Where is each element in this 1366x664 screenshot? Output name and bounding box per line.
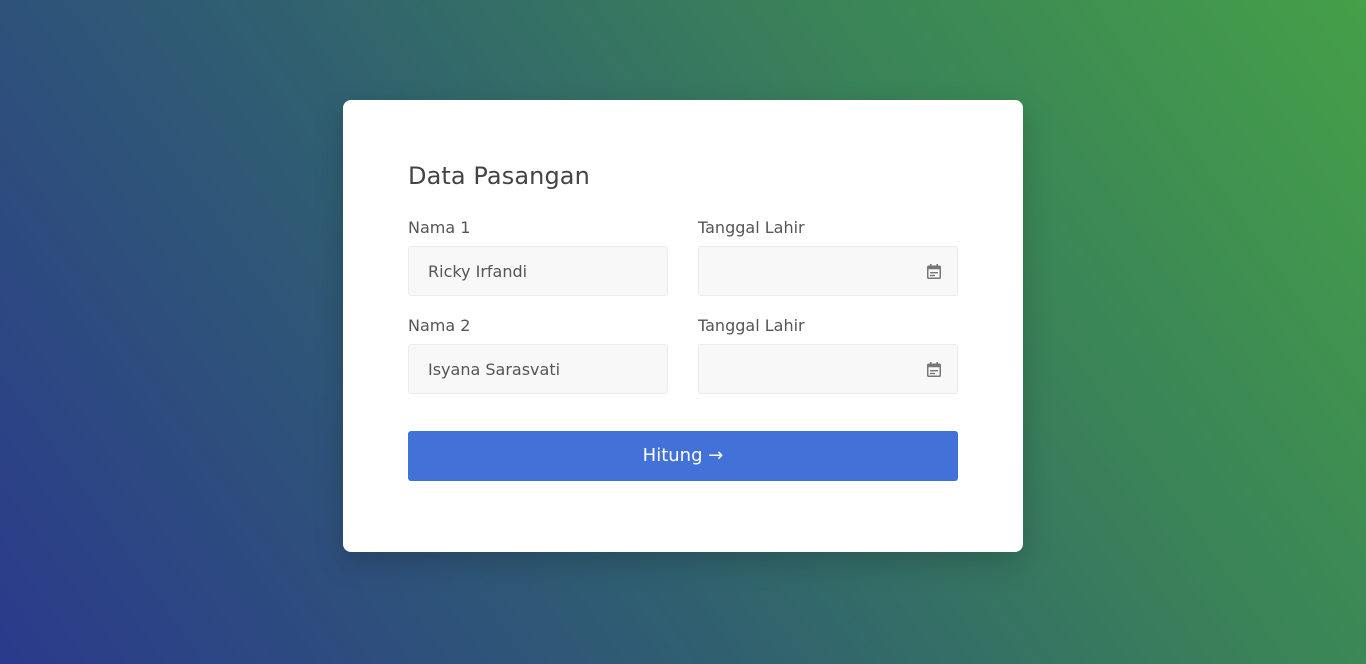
name-2-input[interactable] (409, 345, 667, 393)
birthdate-1-label: Tanggal Lahir (698, 218, 805, 237)
form-grid: Nama 1 Tanggal Lahir Nama 2 (408, 218, 958, 394)
name-1-input[interactable] (409, 247, 667, 295)
form-card: Data Pasangan Nama 1 Tanggal Lahir (343, 100, 1023, 552)
name-2-label: Nama 2 (408, 316, 471, 335)
birthdate-1-input-box (698, 246, 958, 296)
birthdate-1-field: Tanggal Lahir (698, 218, 958, 296)
name-1-input-box (408, 246, 668, 296)
hitung-button[interactable]: Hitung → (408, 431, 958, 481)
name-2-input-box (408, 344, 668, 394)
birthdate-2-field: Tanggal Lahir (698, 316, 958, 394)
calendar-icon[interactable] (927, 362, 941, 377)
birthdate-2-input[interactable] (699, 345, 957, 393)
form-title: Data Pasangan (408, 162, 590, 190)
calendar-icon[interactable] (927, 264, 941, 279)
birthdate-2-label: Tanggal Lahir (698, 316, 805, 335)
name-1-label: Nama 1 (408, 218, 471, 237)
name-2-field: Nama 2 (408, 316, 668, 394)
birthdate-1-input[interactable] (699, 247, 957, 295)
name-1-field: Nama 1 (408, 218, 668, 296)
birthdate-2-input-box (698, 344, 958, 394)
